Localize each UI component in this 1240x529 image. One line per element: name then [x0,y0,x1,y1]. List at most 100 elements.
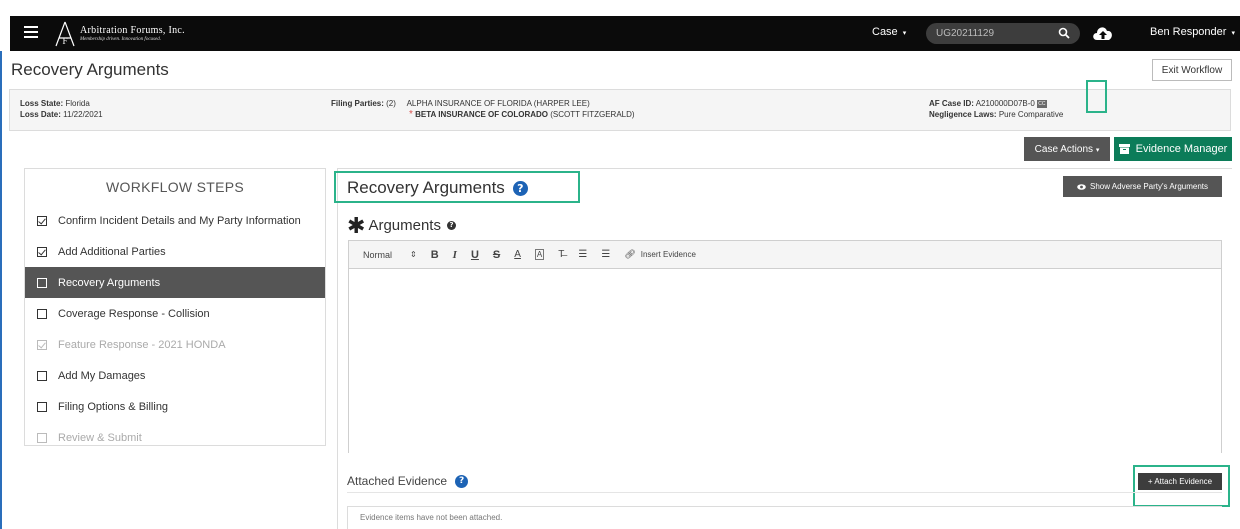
case-dropdown[interactable]: Case ▾ [872,26,906,38]
workflow-step-filing-options[interactable]: Filing Options & Billing [25,391,325,422]
filing-parties-label: Filing Parties: [331,99,384,108]
checkbox-checked-icon [37,246,47,257]
strike-button[interactable]: S [493,249,500,261]
workflow-step-recovery-arguments[interactable]: Recovery Arguments [25,267,325,298]
logo-name: Arbitration Forums, Inc. [80,24,185,36]
highlight-copy-case-id [1086,80,1107,113]
editor-toolbar: Normal ⇕ B I U S A A T̶ ☰ ☰ 🔗︎ Insert Ev… [349,241,1221,269]
workflow-step-label: Add Additional Parties [58,245,166,258]
workflow-title: WORKFLOW STEPS [106,179,244,195]
exit-workflow-button[interactable]: Exit Workflow [1152,59,1232,81]
attached-evidence-heading: Attached Evidence ? [347,474,469,488]
case-id-info: AF Case ID: A210000D07B-0 CC Negligence L… [929,98,1063,120]
checkbox-empty-icon [37,308,47,319]
filing-parties-count: (2) [386,99,396,108]
no-evidence-message: Evidence items have not been attached. [360,513,503,522]
case-search-input[interactable] [936,27,1046,40]
case-actions-button[interactable]: Case Actions ▾ [1024,137,1110,161]
caret-down-icon: ▾ [1229,30,1235,37]
archive-icon [1118,144,1130,154]
workflow-step-label: Review & Submit [58,431,142,444]
style-select[interactable]: Normal ⇕ [363,250,417,260]
divider [347,492,1222,493]
loss-state-label: Loss State: [20,99,64,108]
party-2-name: BETA INSURANCE OF COLORADO [415,110,549,119]
user-name: Ben Responder [1150,26,1227,38]
workflow-step-label: Add My Damages [58,369,146,382]
hamburger-menu-icon[interactable] [24,26,38,40]
italic-button[interactable]: I [453,249,457,261]
checkbox-checked-icon [37,215,47,226]
checkbox-empty-icon [37,401,47,412]
app-logo[interactable]: F Arbitration Forums, Inc. Membership dr… [54,20,185,47]
updown-caret-icon: ⇕ [410,250,417,259]
case-actions-label: Case Actions [1034,143,1094,155]
top-navbar: F Arbitration Forums, Inc. Membership dr… [10,16,1240,51]
case-dropdown-label: Case [872,26,898,38]
workflow-step-add-parties[interactable]: Add Additional Parties [25,236,325,267]
help-icon[interactable]: ? [455,474,469,488]
link-icon: 🔗︎ [624,249,636,259]
copy-case-id-icon[interactable]: CC [1036,99,1047,108]
left-accent-strip [0,51,2,529]
arguments-editor: Normal ⇕ B I U S A A T̶ ☰ ☰ 🔗︎ Insert Ev… [348,240,1222,453]
font-color-icon[interactable]: A [514,249,521,260]
arguments-text-area[interactable] [349,269,1221,453]
workflow-step-label: Feature Response - 2021 HONDA [58,338,226,351]
workflow-step-label: Filing Options & Billing [58,400,169,413]
checkbox-empty-icon [37,370,47,381]
required-star-icon: * [409,109,413,120]
bold-button[interactable]: B [431,249,439,261]
svg-text:F: F [62,36,67,46]
filing-parties: Filing Parties: (2) ALPHA INSURANCE OF F… [331,98,635,120]
bullet-list-icon[interactable]: ☰ [601,249,610,260]
party-2-contact: (SCOTT FITZGERALD) [550,110,635,119]
caret-down-icon: ▾ [900,30,907,37]
workflow-step-feature-response: Feature Response - 2021 HONDA [25,329,325,360]
workflow-step-review-submit: Review & Submit [25,422,325,453]
case-id-label: AF Case ID: [929,99,974,108]
background-color-icon[interactable]: A [534,249,545,260]
attached-evidence-label: Attached Evidence [347,474,448,488]
loss-info: Loss State: Florida Loss Date: 11/22/202… [20,98,103,120]
case-id-value: A210000D07B-0 [975,99,1035,108]
evidence-list: Evidence items have not been attached. [347,506,1222,529]
style-select-value: Normal [363,249,393,260]
insert-evidence-button[interactable]: 🔗︎ Insert Evidence [624,249,696,260]
eye-icon [1077,183,1086,190]
required-asterisk-icon: ✱ [347,213,366,238]
user-menu[interactable]: Ben Responder ▾ [1150,26,1235,38]
underline-button[interactable]: U [471,249,479,261]
cloud-upload-icon[interactable] [1091,22,1115,44]
show-adverse-arguments-button[interactable]: Show Adverse Party's Arguments [1063,176,1222,197]
loss-date-value: 11/22/2021 [63,110,103,119]
show-adverse-label: Show Adverse Party's Arguments [1089,182,1209,191]
help-icon[interactable]: ? [446,220,456,230]
page-title: Recovery Arguments [11,60,169,79]
insert-evidence-label: Insert Evidence [640,250,696,259]
ordered-list-icon[interactable]: ☰ [578,249,587,260]
workflow-step-label: Coverage Response - Collision [58,307,210,320]
highlight-attach-evidence [1133,465,1230,507]
evidence-manager-button[interactable]: Evidence Manager [1114,137,1232,161]
workflow-step-label: Confirm Incident Details and My Party In… [58,214,301,227]
workflow-steps-panel: WORKFLOW STEPS Confirm Incident Details … [24,168,326,446]
highlight-section-title [334,171,580,203]
negligence-value: Pure Comparative [998,110,1064,119]
case-info-panel: Loss State: Florida Loss Date: 11/22/202… [9,89,1231,131]
search-icon[interactable] [1058,27,1070,39]
loss-state-value: Florida [65,99,90,108]
loss-date-label: Loss Date: [20,110,61,119]
logo-tagline: Membership driven. Innovation focused. [80,36,161,42]
arguments-label-text: Arguments [368,216,441,234]
workflow-step-add-damages[interactable]: Add My Damages [25,360,325,391]
clear-format-icon[interactable]: T̶ [558,249,564,260]
checkbox-checked-icon [37,339,47,350]
negligence-label: Negligence Laws: [929,110,997,119]
case-search [926,23,1080,44]
workflow-step-confirm-incident[interactable]: Confirm Incident Details and My Party In… [25,205,325,236]
checkbox-empty-icon [37,277,47,288]
party-1-name: ALPHA INSURANCE OF FLORIDA [406,99,532,108]
workflow-step-coverage-response[interactable]: Coverage Response - Collision [25,298,325,329]
af-logo-mark-icon: F [54,21,76,47]
